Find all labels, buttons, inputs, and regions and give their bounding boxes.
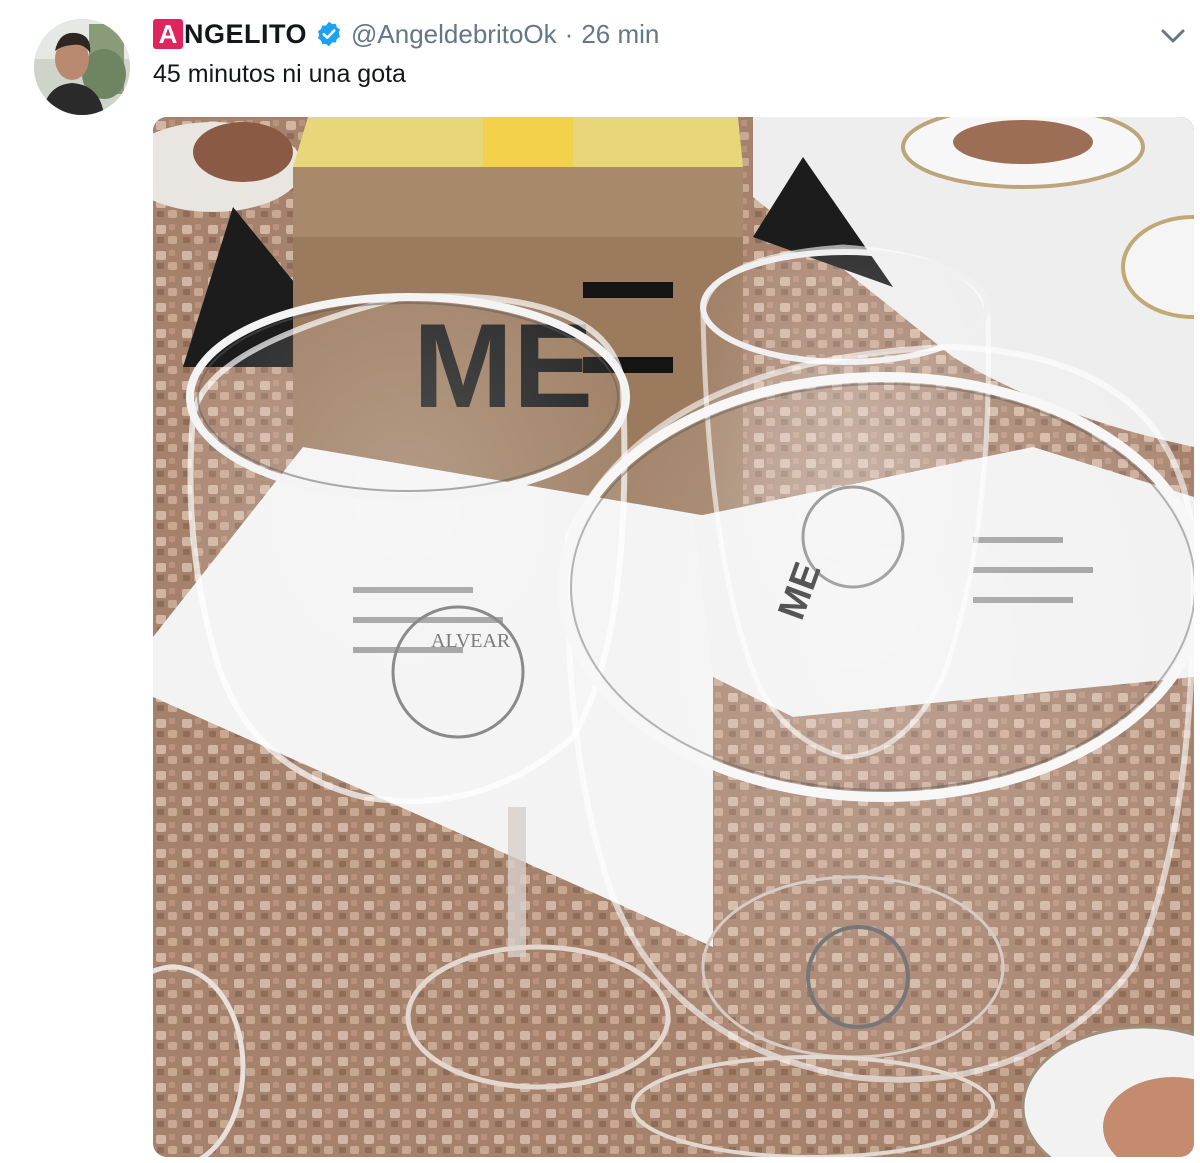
tweet-header: A NGELITO @AngeldebritoOk · 26 min xyxy=(153,14,659,54)
separator-dot: · xyxy=(564,18,574,49)
user-avatar[interactable] xyxy=(34,19,130,115)
brand-letter-badge: A xyxy=(153,19,183,49)
photo-table-glasses: ME ALVEAR xyxy=(153,117,1194,1157)
tweet[interactable]: A NGELITO @AngeldebritoOk · 26 min 45 mi… xyxy=(0,0,1200,1163)
avatar-image xyxy=(34,19,130,115)
tweet-photo[interactable]: ME ALVEAR xyxy=(153,117,1194,1157)
chevron-down-icon[interactable] xyxy=(1158,24,1188,48)
display-name[interactable]: NGELITO xyxy=(184,19,307,50)
tweet-timestamp[interactable]: 26 min xyxy=(581,19,659,50)
user-handle[interactable]: @AngeldebritoOk xyxy=(351,19,557,50)
tweet-text: 45 minutos ni una gota xyxy=(153,60,406,88)
glass-logo-left: ALVEAR xyxy=(431,630,511,652)
verified-badge-icon xyxy=(315,20,343,48)
